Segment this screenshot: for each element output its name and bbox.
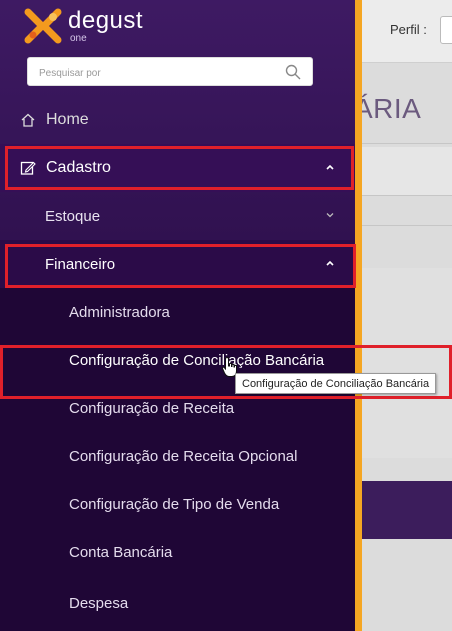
- sidebar-item-administradora[interactable]: Administradora: [0, 288, 355, 336]
- sidebar-item-cadastro[interactable]: Cadastro: [0, 144, 355, 192]
- chevron-up-icon: [326, 260, 334, 266]
- sidebar-item-label: Cadastro: [46, 159, 111, 176]
- sidebar-item-label: Home: [46, 111, 89, 128]
- divider: [362, 143, 452, 144]
- sidebar-item-label: Estoque: [45, 207, 101, 225]
- sidebar-item-label: Despesa: [69, 595, 129, 612]
- page-title: ÁRIA: [354, 93, 422, 124]
- sidebar-item-home[interactable]: Home: [0, 96, 355, 144]
- sidebar: degust one Home Cadastro Estoque Finance…: [0, 0, 355, 631]
- search-input[interactable]: [37, 64, 281, 82]
- home-icon: [21, 113, 35, 127]
- tooltip: Configuração de Conciliação Bancária: [235, 373, 437, 394]
- sidebar-accent-bar: [355, 0, 362, 631]
- purple-banner: [362, 481, 452, 539]
- sidebar-item-label: Configuração de Tipo de Venda: [69, 495, 280, 513]
- logo-icon: [24, 8, 62, 44]
- divider: [362, 195, 452, 196]
- edit-icon: [20, 161, 36, 175]
- sidebar-item-configuracao-receita-opcional[interactable]: Configuração de Receita Opcional: [0, 432, 355, 480]
- sidebar-item-label: Configuração de Receita: [69, 399, 235, 417]
- search-box[interactable]: [27, 57, 313, 86]
- chevron-up-icon: [326, 164, 334, 170]
- sidebar-item-label: Administradora: [69, 303, 170, 321]
- content-panel: [362, 147, 452, 195]
- perfil-label: Perfil :: [390, 22, 427, 37]
- sidebar-item-label: Financeiro: [45, 255, 116, 273]
- sidebar-item-conta-bancaria[interactable]: Conta Bancária: [0, 528, 355, 576]
- sidebar-item-despesa[interactable]: Despesa: [0, 576, 355, 631]
- sidebar-item-label: Configuração de Conciliação Bancária: [69, 351, 325, 369]
- logo-text: degust: [68, 7, 144, 34]
- sidebar-item-configuracao-tipo-venda[interactable]: Configuração de Tipo de Venda: [0, 480, 355, 528]
- sidebar-item-financeiro[interactable]: Financeiro: [0, 240, 355, 288]
- perfil-select[interactable]: [440, 16, 452, 44]
- sidebar-item-estoque[interactable]: Estoque: [0, 192, 355, 240]
- sidebar-item-label: Conta Bancária: [69, 543, 173, 561]
- search-icon[interactable]: [285, 64, 301, 80]
- logo-subtitle: one: [70, 33, 87, 44]
- content-panel: [362, 268, 452, 458]
- top-bar: Perfil :: [362, 0, 452, 63]
- divider: [362, 225, 452, 226]
- sidebar-item-label: Configuração de Receita Opcional: [69, 447, 298, 465]
- chevron-down-icon: [326, 213, 334, 218]
- logo[interactable]: degust one: [24, 7, 184, 44]
- main-content: ÁRIA: [354, 63, 452, 631]
